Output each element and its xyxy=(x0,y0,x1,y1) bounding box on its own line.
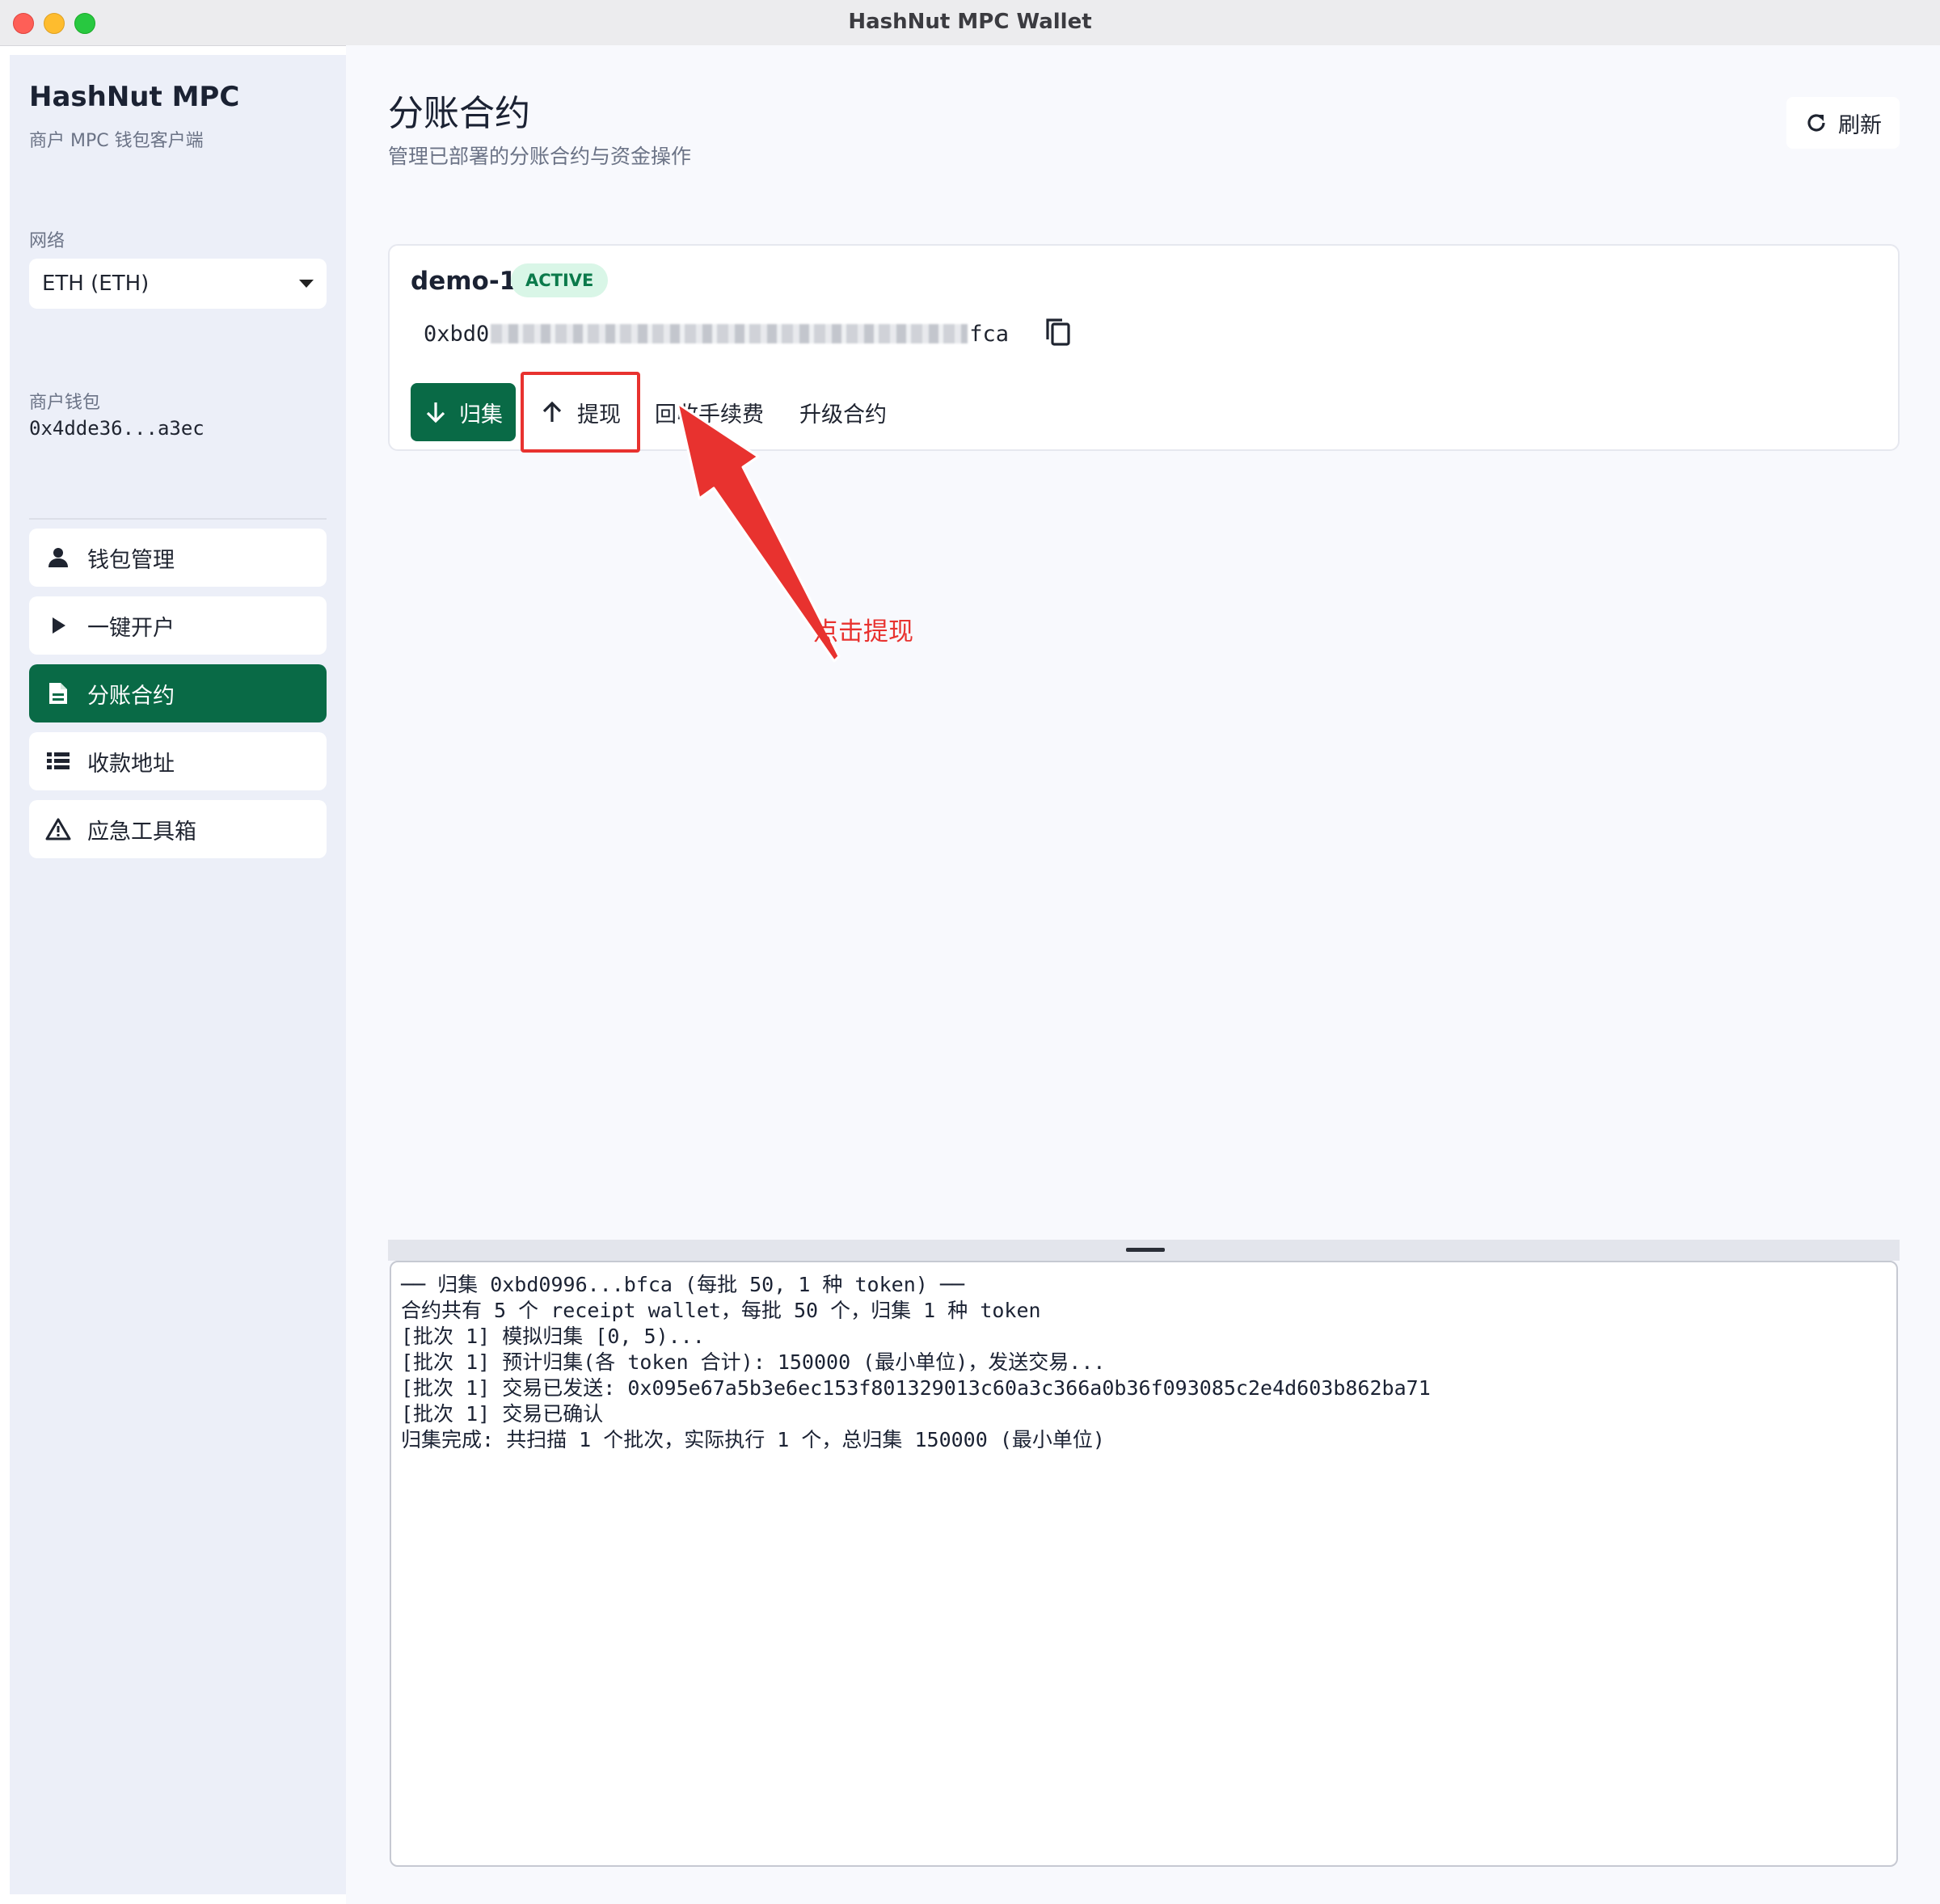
brand-subtitle: 商户 MPC 钱包客户端 xyxy=(29,131,204,151)
wallet-label: 商户钱包 xyxy=(29,393,101,413)
sidebar-item-label: 收款地址 xyxy=(87,751,175,777)
network-select-value: ETH (ETH) xyxy=(42,272,150,296)
sidebar-item-split-contracts[interactable]: 分账合约 xyxy=(29,664,327,722)
sidebar: HashNut MPC 商户 MPC 钱包客户端 网络 ETH (ETH) 商户… xyxy=(10,55,346,1894)
contract-address-row: 0xbd0 fca xyxy=(424,317,1072,351)
sidebar-item-label: 钱包管理 xyxy=(87,547,175,573)
arrow-down-icon xyxy=(426,402,445,423)
copy-icon[interactable] xyxy=(1044,317,1072,351)
refresh-label: 刷新 xyxy=(1838,112,1882,138)
sidebar-item-receiving-addresses[interactable]: 收款地址 xyxy=(29,732,327,790)
main-content: 分账合约 管理已部署的分账合约与资金操作 刷新 demo-1 ACTIVE 0x… xyxy=(346,45,1940,1904)
sidebar-item-label: 应急工具箱 xyxy=(87,819,196,845)
document-icon xyxy=(45,680,71,706)
drag-handle-icon[interactable] xyxy=(1126,1248,1165,1252)
arrow-up-icon xyxy=(542,401,562,422)
log-line: [批次 1] 预计归集(各 token 合计): 150000 (最小单位)，发… xyxy=(401,1350,1106,1374)
refresh-icon xyxy=(1807,114,1825,132)
log-line: [批次 1] 交易已发送: 0x095e67a5b3e6ec153f801329… xyxy=(401,1376,1431,1400)
log-line: 合约共有 5 个 receipt wallet，每批 50 个，归集 1 种 t… xyxy=(401,1299,1041,1322)
sidebar-item-label: 分账合约 xyxy=(87,683,175,709)
page-subtitle: 管理已部署的分账合约与资金操作 xyxy=(388,145,692,168)
network-select[interactable]: ETH (ETH) xyxy=(29,259,327,309)
log-line: ── 归集 0xbd0996...bfca (每批 50, 1 种 token)… xyxy=(401,1273,964,1296)
collect-button[interactable]: 归集 xyxy=(411,383,516,441)
network-label: 网络 xyxy=(29,231,65,251)
contract-address-prefix: 0xbd0 xyxy=(424,321,490,347)
collect-label: 归集 xyxy=(459,402,503,428)
withdraw-label: 提现 xyxy=(577,402,621,428)
page-title: 分账合约 xyxy=(388,93,530,134)
contract-card: demo-1 ACTIVE 0xbd0 fca 归集 提现 回收手续费 升级合约 xyxy=(388,244,1900,453)
wallet-address: 0x4dde36...a3ec xyxy=(29,417,205,440)
refresh-button[interactable]: 刷新 xyxy=(1786,97,1900,149)
withdraw-button[interactable]: 提现 xyxy=(521,372,640,453)
address-redaction xyxy=(491,324,968,343)
log-output[interactable]: ── 归集 0xbd0996...bfca (每批 50, 1 种 token)… xyxy=(390,1261,1898,1867)
brand-title: HashNut MPC xyxy=(29,81,240,113)
sidebar-item-wallet-management[interactable]: 钱包管理 xyxy=(29,529,327,587)
annotation-label: 点击提现 xyxy=(813,617,913,647)
warning-icon xyxy=(45,816,71,842)
list-icon xyxy=(45,748,71,774)
status-badge: ACTIVE xyxy=(511,263,609,297)
sidebar-item-label: 一键开户 xyxy=(87,615,175,641)
sidebar-divider xyxy=(29,518,327,520)
window-titlebar: HashNut MPC Wallet xyxy=(0,0,1940,46)
window-title: HashNut MPC Wallet xyxy=(848,10,1092,34)
log-line: 归集完成: 共扫描 1 个批次，实际执行 1 个，总归集 150000 (最小单… xyxy=(401,1428,1105,1451)
sidebar-item-one-click-open[interactable]: 一键开户 xyxy=(29,596,327,655)
user-icon xyxy=(45,545,71,571)
log-line: [批次 1] 交易已确认 xyxy=(401,1402,604,1426)
log-line: [批次 1] 模拟归集 [0, 5)... xyxy=(401,1325,705,1348)
panel-splitter[interactable] xyxy=(388,1240,1900,1261)
contract-name: demo-1 xyxy=(411,267,517,296)
contract-address-suffix: fca xyxy=(969,321,1010,347)
sidebar-item-emergency-toolbox[interactable]: 应急工具箱 xyxy=(29,800,327,858)
chevron-down-icon xyxy=(299,280,314,288)
play-icon xyxy=(45,613,71,638)
